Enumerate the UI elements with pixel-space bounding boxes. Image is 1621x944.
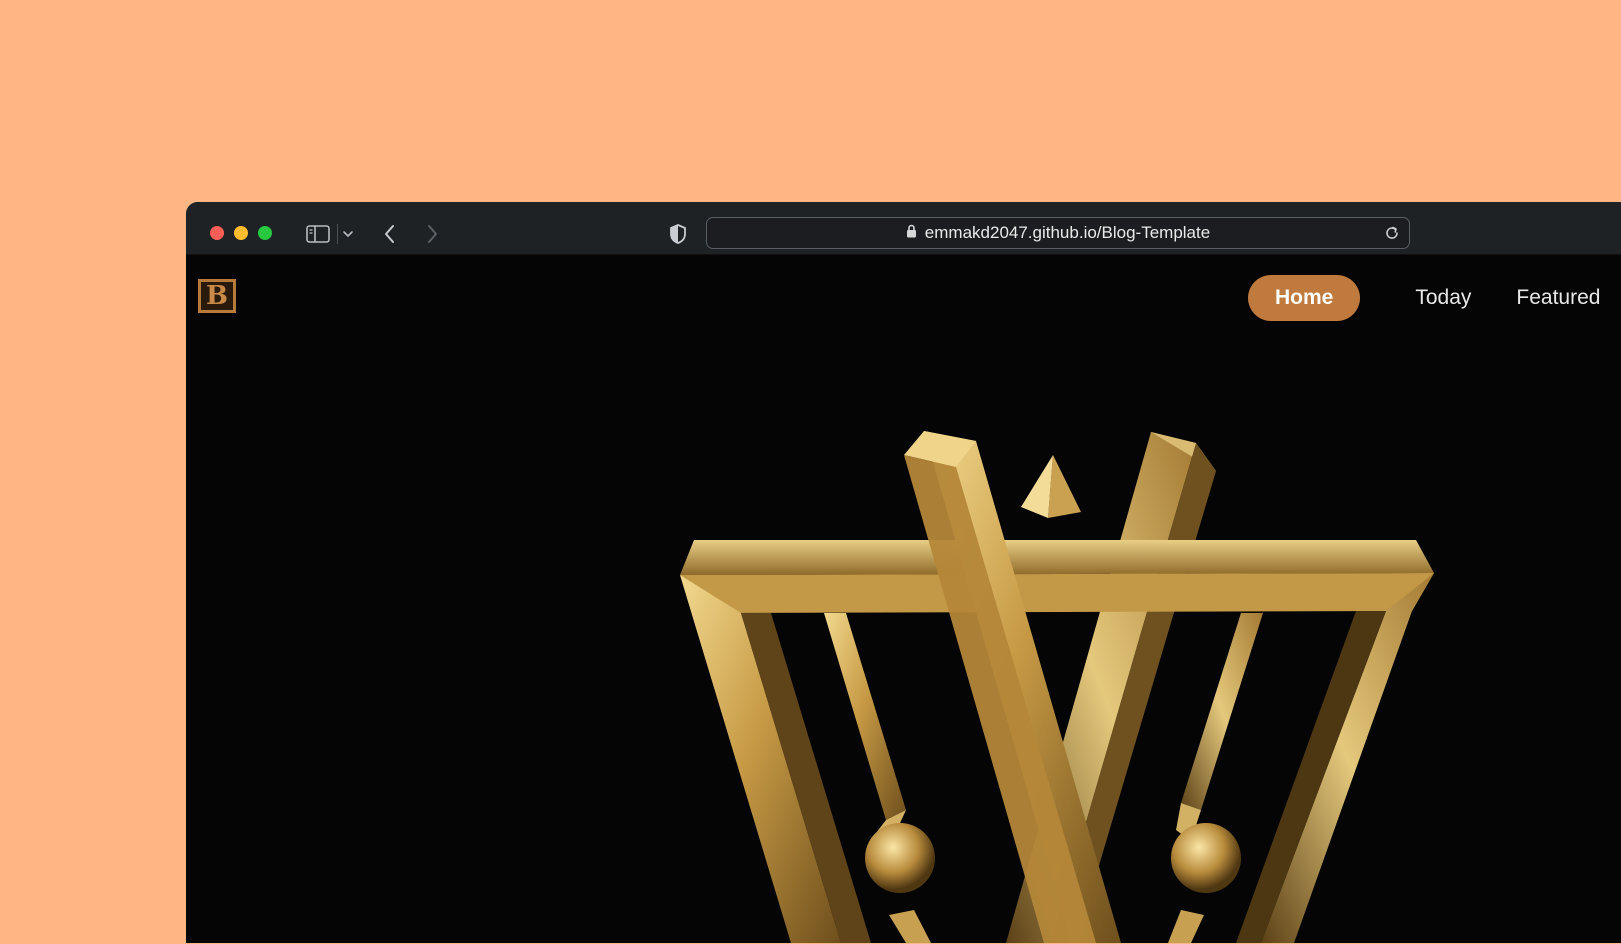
browser-window: emmakd2047.github.io/Blog-Template B Hom…: [186, 202, 1621, 943]
nav-featured[interactable]: Featured: [1516, 275, 1600, 321]
browser-toolbar: emmakd2047.github.io/Blog-Template: [186, 202, 1621, 255]
address-bar[interactable]: emmakd2047.github.io/Blog-Template: [706, 217, 1410, 249]
hero-image: [186, 255, 1621, 943]
lock-icon: [906, 223, 917, 243]
privacy-shield-icon[interactable]: [664, 220, 692, 248]
nav-today[interactable]: Today: [1415, 275, 1471, 321]
web-page: B Home Today Featured: [186, 255, 1621, 943]
chevron-down-icon[interactable]: [334, 220, 362, 248]
zoom-window-button[interactable]: [258, 226, 272, 240]
site-logo[interactable]: B: [198, 279, 236, 313]
site-nav: Home Today Featured: [1248, 275, 1621, 321]
back-arrow-icon[interactable]: [376, 220, 404, 248]
nav-home[interactable]: Home: [1248, 275, 1361, 321]
reload-icon[interactable]: [1379, 220, 1405, 246]
url-text: emmakd2047.github.io/Blog-Template: [924, 223, 1211, 242]
close-window-button[interactable]: [210, 226, 224, 240]
logo-letter: B: [206, 281, 228, 311]
forward-arrow-icon[interactable]: [418, 220, 446, 248]
minimize-window-button[interactable]: [234, 226, 248, 240]
sidebar-icon[interactable]: [304, 220, 332, 248]
